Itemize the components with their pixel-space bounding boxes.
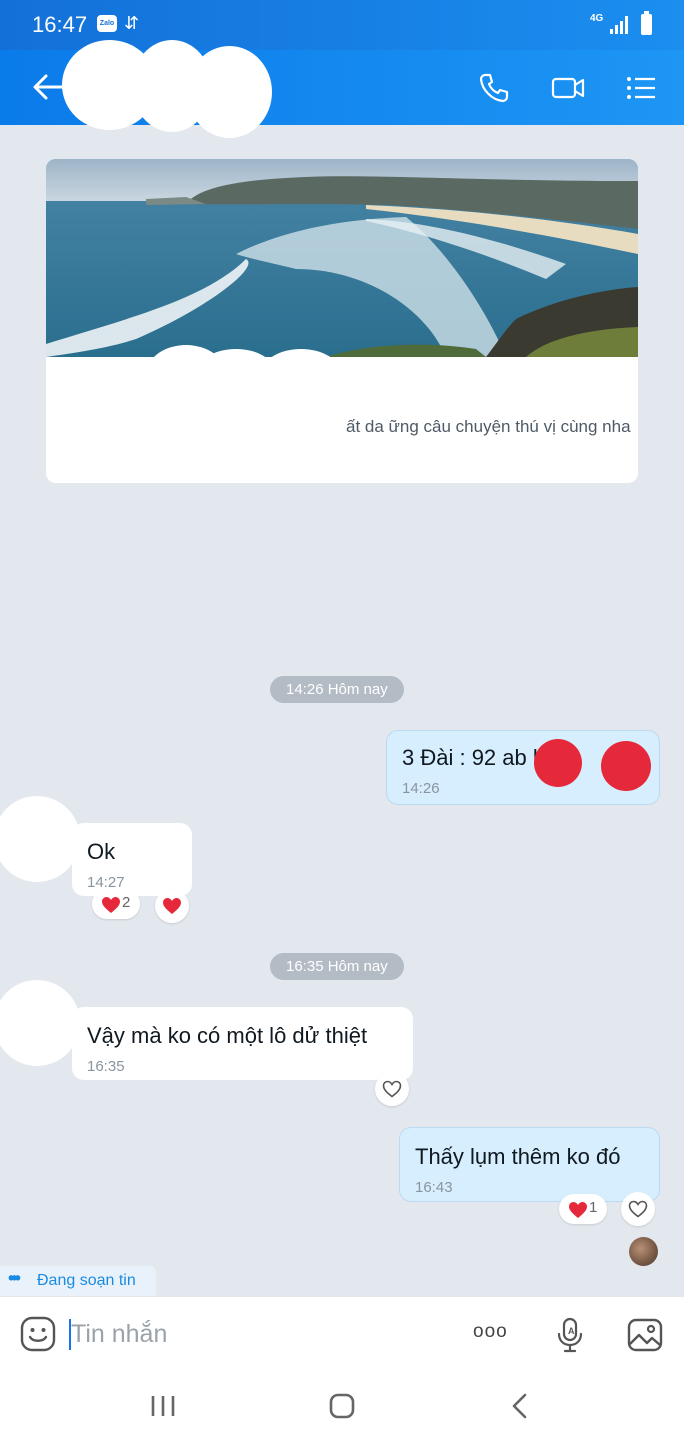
react-button[interactable] <box>621 1192 655 1226</box>
battery-icon <box>641 11 652 35</box>
sticker-emoji-icon[interactable] <box>20 1316 56 1352</box>
link-preview-card[interactable]: ất da ững câu chuyện thú vị cùng nhau <box>46 159 638 483</box>
heart-icon <box>569 1202 587 1218</box>
redaction-dot <box>534 739 582 787</box>
image-gallery-icon[interactable] <box>627 1317 663 1353</box>
typing-indicator: ••• Đang soạn tin <box>0 1266 156 1296</box>
message-input[interactable] <box>71 1315 371 1353</box>
reaction-badge[interactable]: 1 <box>559 1194 607 1224</box>
sync-icon: ⇵ <box>124 13 140 33</box>
heart-icon <box>102 897 120 913</box>
sender-avatar[interactable] <box>0 980 80 1066</box>
contact-name-redacted[interactable] <box>62 40 277 138</box>
message-text: Thấy lụm thêm ko đó <box>415 1144 621 1169</box>
message-bubble-outgoing[interactable]: Thấy lụm thêm ko đó 16:43 <box>399 1127 660 1202</box>
heart-icon <box>163 898 181 914</box>
phone-icon[interactable] <box>478 72 510 104</box>
zalo-notification-icon: Zalo <box>97 15 117 32</box>
reaction-badge[interactable]: 2 <box>92 889 140 919</box>
react-button[interactable] <box>155 889 189 923</box>
reaction-count: 2 <box>122 894 131 911</box>
back-arrow-icon[interactable] <box>30 72 66 102</box>
message-composer: ooo A <box>0 1296 684 1373</box>
sender-avatar[interactable] <box>0 796 80 882</box>
svg-text:A: A <box>568 1326 575 1336</box>
seen-by-avatar <box>629 1237 658 1266</box>
message-bubble-incoming[interactable]: Vậy mà ko có một lô dử thiệt 16:35 <box>72 1007 413 1080</box>
more-options-icon[interactable]: ooo <box>473 1321 508 1343</box>
redaction-dot <box>601 741 651 791</box>
reaction-count: 1 <box>589 1199 598 1216</box>
signal-icon <box>610 16 630 34</box>
message-bubble-outgoing[interactable]: 3 Đài : 92 ab lô 14:26 <box>386 730 660 805</box>
message-bubble-incoming[interactable]: Ok 14:27 <box>72 823 192 896</box>
message-time: 16:43 <box>415 1179 453 1196</box>
network-type: 4G <box>590 13 604 24</box>
time-separator: 16:35 Hôm nay <box>270 953 404 980</box>
system-navigation-bar <box>0 1372 684 1443</box>
react-button[interactable] <box>375 1072 409 1106</box>
message-time: 14:26 <box>402 780 440 797</box>
card-image-coastline <box>46 159 638 357</box>
message-time: 16:35 <box>87 1058 125 1075</box>
typing-text: Đang soạn tin <box>37 1272 136 1289</box>
time-separator: 14:26 Hôm nay <box>270 676 404 703</box>
chat-header <box>0 40 684 138</box>
voice-record-icon[interactable]: A <box>555 1317 585 1353</box>
heart-outline-icon <box>628 1200 648 1218</box>
menu-list-icon[interactable] <box>625 72 657 104</box>
typing-dots-icon: ••• <box>8 1268 21 1288</box>
card-description: ất da ững câu chuyện thú vị cùng nhau <box>346 417 631 436</box>
recent-apps-icon[interactable] <box>150 1394 176 1418</box>
message-text: 3 Đài : 92 ab lô <box>402 745 550 770</box>
heart-outline-icon <box>382 1080 402 1098</box>
message-text: Ok <box>87 839 116 864</box>
nav-back-icon[interactable] <box>510 1393 530 1419</box>
message-text: Vậy mà ko có một lô dử thiệt <box>87 1023 368 1048</box>
video-call-icon[interactable] <box>551 72 585 104</box>
home-icon[interactable] <box>329 1393 355 1419</box>
status-time: 16:47 <box>32 12 88 37</box>
